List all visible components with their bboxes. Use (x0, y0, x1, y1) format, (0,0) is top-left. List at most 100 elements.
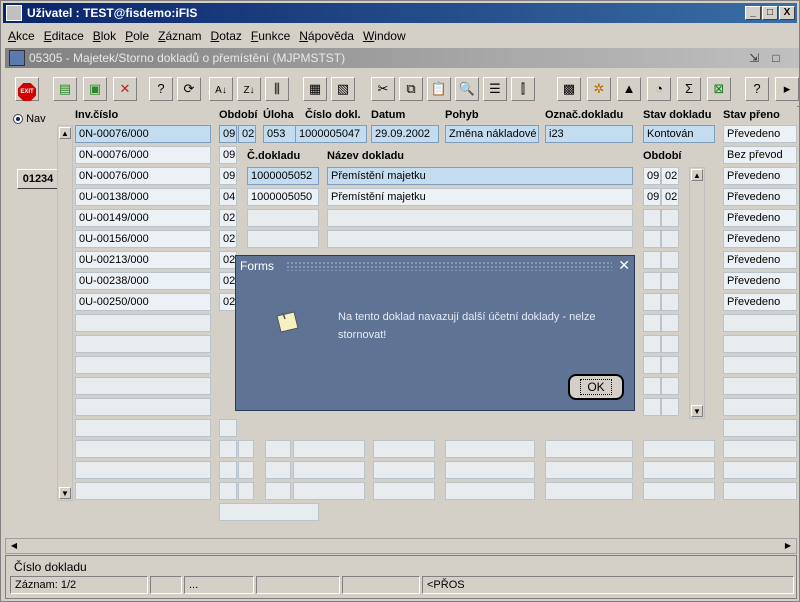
stav-pren-row[interactable] (723, 356, 797, 374)
grid-cell[interactable] (545, 461, 633, 479)
save-button[interactable]: ▣ (83, 77, 107, 101)
preview-button[interactable]: ▧ (331, 77, 355, 101)
form-minimize-icon[interactable]: ⇲ (747, 51, 761, 65)
execute-query-button[interactable]: ⟳ (177, 77, 201, 101)
exit-button[interactable]: EXIT (15, 77, 39, 101)
grid-cell[interactable] (293, 482, 365, 500)
menu-editace[interactable]: Editace (39, 25, 88, 43)
stav-pren-row[interactable]: Převedeno (723, 188, 797, 206)
scroll-left-icon[interactable]: ◀ (8, 540, 20, 552)
sub-o1-cell[interactable] (643, 314, 661, 332)
grid-cell[interactable] (545, 482, 633, 500)
cut-button[interactable]: ✂ (371, 77, 395, 101)
sub-cdokladu-cell[interactable] (247, 230, 319, 248)
stav-pren-row[interactable]: Převedeno (723, 293, 797, 311)
grid-cell[interactable] (265, 482, 291, 500)
inv-row[interactable]: 0U-00149/000 (75, 209, 211, 227)
scroll-down-icon[interactable]: ▼ (59, 487, 71, 499)
obdobi-row[interactable]: 02 (219, 209, 237, 227)
minimize-button[interactable]: _ (745, 6, 761, 20)
inv-row[interactable]: 0U-00138/000 (75, 188, 211, 206)
sub-scrollbar[interactable]: ▲ ▼ (689, 167, 705, 419)
maximize-button[interactable]: □ (762, 6, 778, 20)
sub-o2-cell[interactable]: 02 (661, 188, 679, 206)
form-title-bar[interactable]: 05305 - Majetek/Storno dokladů o přemíst… (5, 48, 799, 68)
sub-o1-cell[interactable]: 09 (643, 167, 661, 185)
sub-o2-cell[interactable] (661, 272, 679, 290)
obdobi-row[interactable]: 09 (219, 167, 237, 185)
scroll-right-icon[interactable]: ▶ (782, 540, 794, 552)
stav-pren-row[interactable] (723, 440, 797, 458)
stav-pren-row[interactable]: Převedeno (723, 209, 797, 227)
sub-o1-cell[interactable] (643, 272, 661, 290)
sub-o2-cell[interactable] (661, 398, 679, 416)
stav-pren-row[interactable]: Bez převod (723, 146, 797, 164)
enter-query-button[interactable]: ? (149, 77, 173, 101)
inv-row[interactable]: 0U-00213/000 (75, 251, 211, 269)
stav-pren-row[interactable] (723, 482, 797, 500)
obdobi-row[interactable] (219, 440, 237, 458)
grid-cell[interactable] (265, 440, 291, 458)
menu-zaznam[interactable]: Záznam (153, 25, 205, 43)
inv-row[interactable] (75, 335, 211, 353)
sub-o1-cell[interactable] (643, 377, 661, 395)
copy-button[interactable]: ⧉ (399, 77, 423, 101)
grid-cell[interactable] (293, 440, 365, 458)
sub-o2-cell[interactable] (661, 251, 679, 269)
insert-record-button[interactable]: ▤ (53, 77, 77, 101)
title-bar[interactable]: Uživatel : TEST@fisdemo:iFIS _ □ X (3, 3, 797, 23)
sub-o2-cell[interactable] (661, 230, 679, 248)
grid-cell[interactable] (445, 440, 535, 458)
print-button[interactable]: ▦ (303, 77, 327, 101)
stav-pren-row[interactable] (723, 335, 797, 353)
sub-nazev-cell[interactable] (327, 209, 633, 227)
grid-cell[interactable] (643, 440, 715, 458)
dialog-title-bar[interactable]: Forms ✕ (236, 256, 634, 276)
inv-row[interactable]: 0U-00250/000 (75, 293, 211, 311)
nav-radio[interactable]: Nav (13, 113, 46, 125)
sub-nazev-cell[interactable] (327, 230, 633, 248)
record-badge[interactable]: 01234 (17, 169, 59, 189)
sub-nazev-cell[interactable]: Přemístění majetku (327, 167, 633, 185)
ok-button[interactable]: OK (568, 374, 624, 400)
grid-cell[interactable] (238, 461, 254, 479)
stav-pren-cell[interactable]: Převedeno (723, 125, 797, 143)
sub-o2-cell[interactable] (661, 314, 679, 332)
stav-pren-row[interactable] (723, 314, 797, 332)
find-button[interactable]: 🔍 (455, 77, 479, 101)
grid-cell[interactable] (445, 482, 535, 500)
scroll-down-icon[interactable]: ▼ (691, 405, 703, 417)
close-button[interactable]: X (779, 6, 795, 20)
menu-napoveda[interactable]: Nápověda (294, 25, 358, 43)
uloha-cell[interactable]: 053 (263, 125, 297, 143)
sub-o1-cell[interactable] (643, 356, 661, 374)
dialog-close-icon[interactable]: ✕ (618, 257, 630, 274)
excel-button[interactable]: ⊠ (707, 77, 731, 101)
menu-window[interactable]: Window (358, 25, 410, 43)
inv-row[interactable] (75, 440, 211, 458)
grid-cell[interactable] (238, 440, 254, 458)
scroll-up-icon[interactable]: ▲ (59, 127, 71, 139)
sort-asc-button[interactable]: A↓ (209, 77, 233, 101)
grid-cell[interactable] (643, 461, 715, 479)
stav-pren-row[interactable] (723, 398, 797, 416)
stav-pren-row[interactable] (723, 461, 797, 479)
menu-dotaz[interactable]: Dotaz (206, 25, 246, 43)
grid-cell[interactable] (238, 482, 254, 500)
sub-o2-cell[interactable] (661, 293, 679, 311)
inv-row[interactable] (75, 377, 211, 395)
paste-button[interactable]: 📋 (427, 77, 451, 101)
inv-row[interactable] (75, 356, 211, 374)
stav-pren-row[interactable]: Převedeno (723, 272, 797, 290)
inv-row[interactable] (75, 419, 211, 437)
obdobi-cell[interactable]: 09 (219, 125, 237, 143)
inv-scrollbar[interactable]: ▲ ▼ (57, 125, 73, 501)
obdobi-row[interactable] (219, 461, 237, 479)
inv-cell[interactable]: 0N-00076/000 (75, 125, 211, 143)
sort-desc-button[interactable]: Z↓ (237, 77, 261, 101)
horizontal-scrollbar[interactable]: ◀ ▶ (5, 538, 797, 554)
chart-button[interactable]: ▲ (617, 77, 641, 101)
oznac-cell[interactable]: i23 (545, 125, 633, 143)
stav-cell[interactable]: Kontován (643, 125, 715, 143)
list-button[interactable]: ☰ (483, 77, 507, 101)
